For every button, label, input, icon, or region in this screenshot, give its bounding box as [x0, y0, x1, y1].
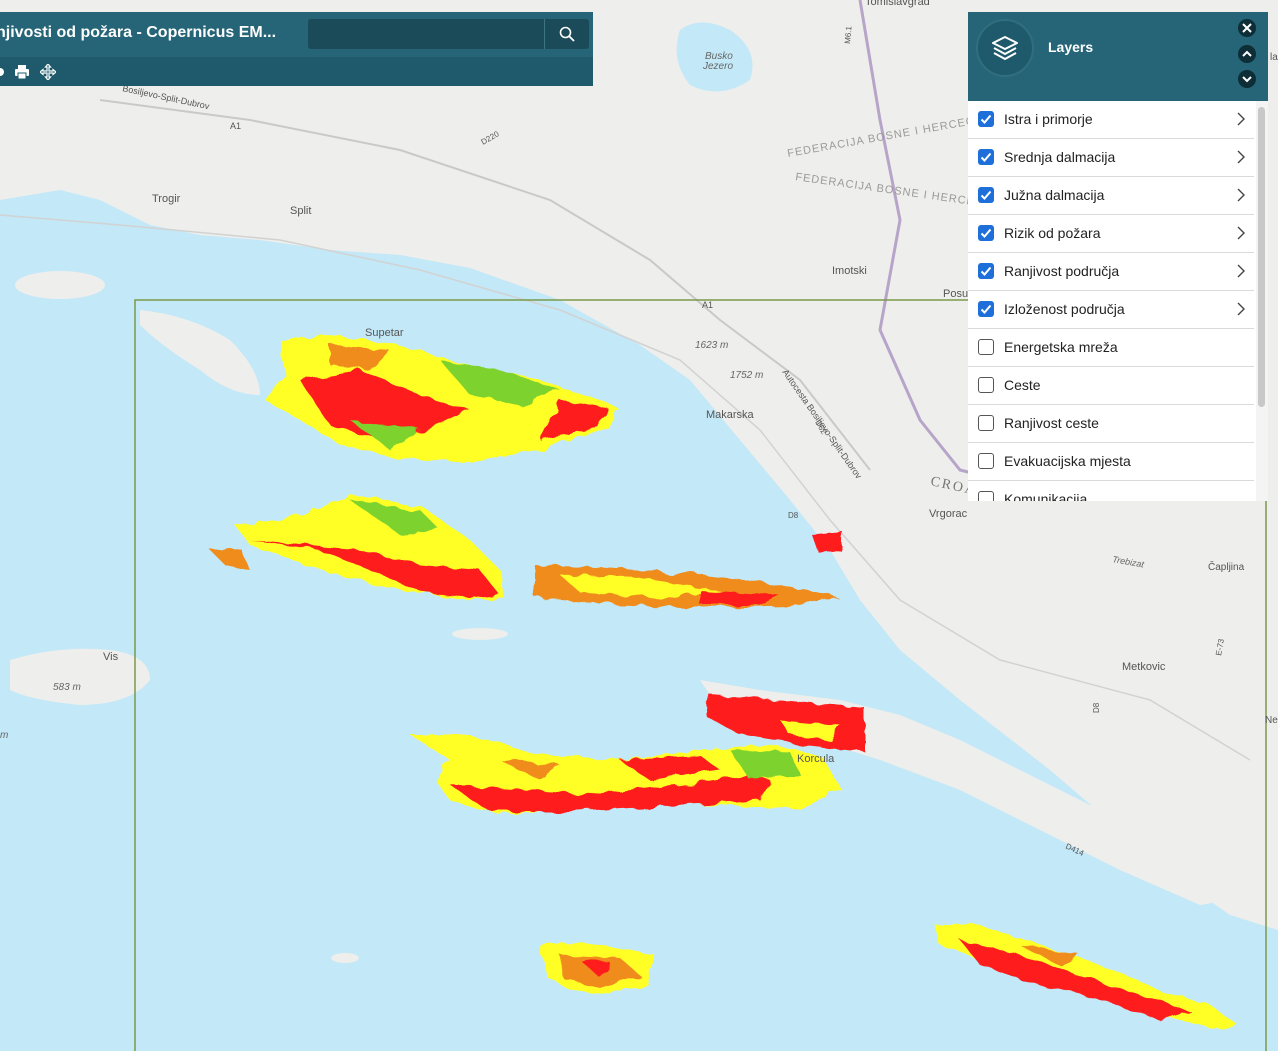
layer-checkbox[interactable]	[978, 415, 994, 431]
layer-item[interactable]: Rizik od požara	[968, 215, 1254, 253]
chevron-down-icon	[1242, 76, 1252, 83]
move-icon	[40, 64, 56, 80]
layers-panel: Layers Istra i primorje Srednja dalmacija…	[968, 12, 1268, 501]
layers-panel-title: Layers	[1048, 39, 1094, 55]
layer-item[interactable]: Energetska mreža	[968, 329, 1254, 367]
layer-checkbox[interactable]	[978, 491, 994, 501]
layer-checkbox[interactable]	[978, 263, 994, 279]
map-label-korcula: Korcula	[797, 753, 835, 765]
layer-item[interactable]: Ceste	[968, 367, 1254, 405]
layers-icon	[992, 36, 1018, 60]
map-label-split: Split	[290, 205, 311, 217]
map-label-jezero: Jezero	[702, 61, 733, 72]
chevron-right-icon[interactable]	[1234, 263, 1248, 279]
layer-label: Evakuacijska mjesta	[1004, 453, 1131, 469]
map-label-trogir: Trogir	[152, 193, 181, 205]
layer-label: Srednja dalmacija	[1004, 149, 1116, 165]
map-label-m61: M6.1	[843, 25, 854, 44]
small-island-3	[331, 953, 359, 963]
search-icon	[559, 26, 575, 42]
move-button[interactable]	[40, 64, 56, 80]
chevron-up-icon	[1242, 50, 1252, 57]
panel-up-button[interactable]	[1238, 45, 1256, 63]
layer-label: Ranjivost ceste	[1004, 415, 1099, 431]
map-label-imotski: Imotski	[832, 265, 867, 277]
app-title-bar: njivosti od požara - Copernicus EM...	[0, 12, 593, 57]
layer-label: Energetska mreža	[1004, 339, 1118, 355]
layer-checkbox[interactable]	[978, 149, 994, 165]
layer-label: Istra i primorje	[1004, 111, 1093, 127]
checkmark-icon	[980, 228, 992, 238]
checkmark-icon	[980, 266, 992, 276]
layers-panel-icon	[976, 19, 1034, 77]
map-label-la: la	[1270, 52, 1278, 63]
map-label-vrgorac: Vrgorac	[929, 508, 968, 520]
map-label-vis: Vis	[103, 651, 119, 663]
map-label-ne: Ne	[1265, 715, 1278, 726]
scrollbar-thumb[interactable]	[1258, 107, 1265, 407]
small-island-2	[15, 271, 105, 299]
layer-item[interactable]: Ranjivost područja	[968, 253, 1254, 291]
layer-label: Ceste	[1004, 377, 1041, 393]
app-title: njivosti od požara - Copernicus EM...	[0, 24, 277, 41]
layer-label: Komunikacija	[1004, 491, 1088, 501]
layer-label: Južna dalmacija	[1004, 187, 1105, 203]
chevron-right-icon[interactable]	[1234, 187, 1248, 203]
map-label-peak-1752: 1752 m	[730, 370, 763, 381]
layer-label: Ranjivost područja	[1004, 263, 1120, 279]
layer-checkbox[interactable]	[978, 111, 994, 127]
chevron-right-icon[interactable]	[1234, 225, 1248, 241]
chevron-right-icon[interactable]	[1234, 149, 1248, 165]
layer-label: Izloženost područja	[1004, 301, 1125, 317]
toolbar	[0, 62, 56, 82]
info-icon	[0, 68, 4, 76]
print-icon	[15, 65, 29, 80]
layer-item[interactable]: Ranjivost ceste	[968, 405, 1254, 443]
chevron-right-icon[interactable]	[1234, 111, 1248, 127]
layer-item[interactable]: Komunikacija	[968, 481, 1254, 501]
checkmark-icon	[980, 114, 992, 124]
search-input[interactable]	[308, 19, 544, 49]
layer-checkbox[interactable]	[978, 301, 994, 317]
panel-down-button[interactable]	[1238, 70, 1256, 88]
map-label-a1-mid: A1	[702, 300, 713, 310]
info-button[interactable]	[0, 64, 4, 80]
map-label-d8b: D8	[788, 511, 799, 520]
map-label-tomislavgrad: Tomislavgrad	[865, 0, 930, 8]
close-panel-button[interactable]	[1238, 19, 1256, 37]
chevron-right-icon[interactable]	[1234, 301, 1248, 317]
map-label-peak-1623: 1623 m	[695, 340, 728, 351]
map-label-posusje: Posu	[943, 288, 968, 300]
map-label-metkovic: Metkovic	[1122, 661, 1166, 673]
app-header: njivosti od požara - Copernicus EM...	[0, 12, 593, 86]
map-label-supetar: Supetar	[365, 327, 404, 339]
checkmark-icon	[980, 190, 992, 200]
layer-item[interactable]: Južna dalmacija	[968, 177, 1254, 215]
layer-item[interactable]: Evakuacijska mjesta	[968, 443, 1254, 481]
print-button[interactable]	[14, 64, 30, 80]
search-button[interactable]	[544, 19, 589, 49]
checkmark-icon	[980, 152, 992, 162]
layer-list: Istra i primorje Srednja dalmacija Južna d…	[968, 101, 1254, 501]
map-label-a1-top: A1	[230, 121, 241, 131]
map-label-vis-peak: 583 m	[53, 682, 81, 693]
layer-item[interactable]: Srednja dalmacija	[968, 139, 1254, 177]
layer-label: Rizik od požara	[1004, 225, 1101, 241]
layer-checkbox[interactable]	[978, 453, 994, 469]
checkmark-icon	[980, 304, 992, 314]
layer-checkbox[interactable]	[978, 225, 994, 241]
layer-checkbox[interactable]	[978, 377, 994, 393]
layer-checkbox[interactable]	[978, 339, 994, 355]
layer-item[interactable]: Istra i primorje	[968, 101, 1254, 139]
map-label-makarska: Makarska	[706, 409, 755, 421]
layer-list-scrollbar[interactable]	[1256, 101, 1268, 501]
small-island	[452, 628, 508, 640]
map-label-capljina: Čapljina	[1208, 560, 1245, 573]
layers-panel-header: Layers	[968, 12, 1268, 101]
layer-item[interactable]: Izloženost područja	[968, 291, 1254, 329]
map-label-m: m	[0, 730, 8, 741]
map-label-d8: D8	[1092, 702, 1101, 713]
close-icon	[1242, 23, 1252, 33]
layer-checkbox[interactable]	[978, 187, 994, 203]
